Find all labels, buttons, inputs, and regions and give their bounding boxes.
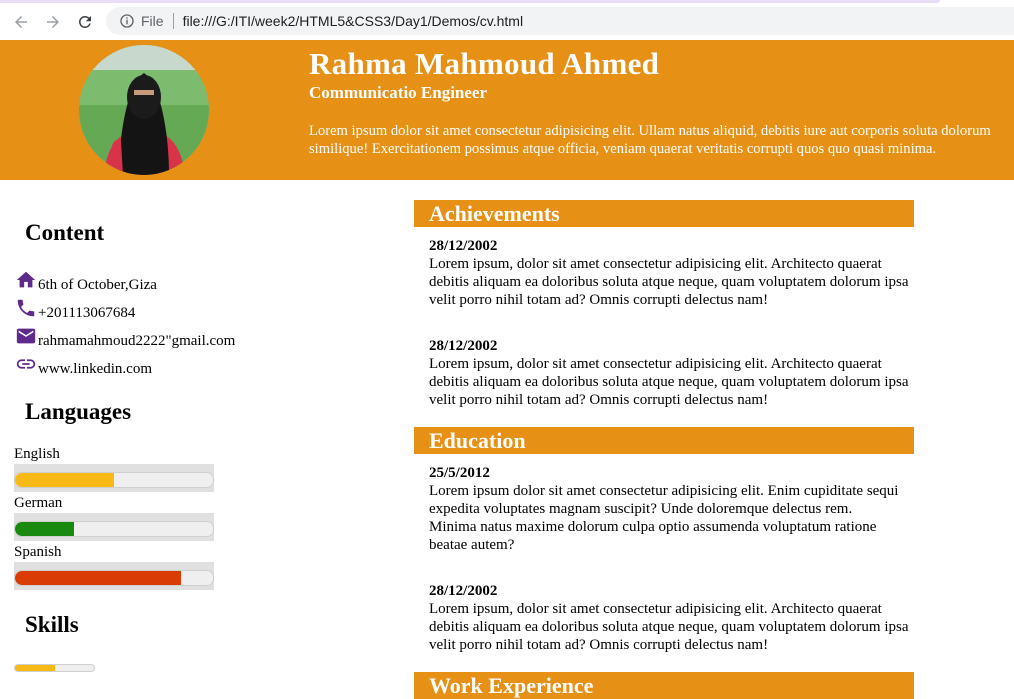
language-fill-english (15, 473, 114, 487)
intro-paragraph: Lorem ipsum dolor sit amet consectetur a… (309, 123, 991, 157)
achievement-entry: 28/12/2002 Lorem ipsum, dolor sit amet c… (429, 237, 914, 309)
language-fill-german (15, 522, 75, 536)
profile-photo (79, 45, 209, 175)
omnibox-divider (172, 13, 174, 29)
entry-date: 28/12/2002 (429, 338, 498, 354)
home-icon (16, 271, 36, 288)
education-entry: 25/5/2012 Lorem ipsum dolor sit amet con… (429, 464, 899, 554)
reload-button[interactable] (73, 10, 97, 34)
language-label-english: English (14, 446, 60, 462)
languages-heading: Languages (25, 399, 132, 424)
language-label-spanish: Spanish (14, 544, 62, 560)
phone-icon (17, 299, 35, 317)
education-heading: Education (429, 428, 526, 453)
entry-date: 28/12/2002 (429, 238, 498, 254)
achievement-entry: 28/12/2002 Lorem ipsum, dolor sit amet c… (429, 337, 914, 409)
url-text[interactable]: file:///G:/ITI/week2/HTML5&CSS3/Day1/Dem… (183, 13, 524, 29)
address-bar[interactable]: File file:///G:/ITI/week2/HTML5&CSS3/Day… (106, 7, 1014, 35)
info-icon[interactable] (119, 13, 135, 29)
achievements-heading: Achievements (429, 201, 560, 226)
person-name: Rahma Mahmoud Ahmed (309, 46, 660, 81)
achievements-heading-bar: Achievements (414, 200, 914, 227)
skill-bar (14, 664, 95, 672)
browser-toolbar: File file:///G:/ITI/week2/HTML5&CSS3/Day… (0, 3, 1014, 40)
entry-text: Lorem ipsum, dolor sit amet consectetur … (429, 356, 909, 408)
scheme-label: File (141, 13, 164, 29)
work-experience-heading: Work Experience (429, 673, 594, 698)
education-heading-bar: Education (414, 427, 914, 454)
language-bar-german (14, 513, 214, 541)
language-track (14, 472, 214, 488)
skills-heading: Skills (25, 612, 79, 637)
skill-fill (15, 665, 55, 671)
reload-icon (78, 15, 91, 28)
entry-date: 28/12/2002 (429, 583, 498, 599)
entry-text: Lorem ipsum, dolor sit amet consectetur … (429, 601, 909, 653)
language-track (14, 521, 214, 537)
language-label-german: German (14, 495, 63, 511)
email-icon (16, 328, 36, 344)
work-experience-heading-bar: Work Experience (414, 672, 914, 699)
contact-email-text: rahmamahmoud2222"gmail.com (38, 333, 236, 349)
entry-text: Lorem ipsum, dolor sit amet consectetur … (429, 256, 909, 308)
language-bar-english (14, 464, 214, 492)
link-icon (16, 359, 36, 369)
entry-date: 25/5/2012 (429, 465, 490, 481)
cv-header: Rahma Mahmoud Ahmed Communicatio Enginee… (0, 40, 1014, 180)
contact-address-text: 6th of October,Giza (38, 277, 157, 293)
entry-text: Lorem ipsum dolor sit amet consectetur a… (429, 483, 899, 553)
contact-heading: Content (25, 220, 105, 245)
arrow-right-icon (47, 16, 59, 28)
language-track (14, 570, 214, 586)
job-title: Communicatio Engineer (309, 83, 488, 102)
back-button[interactable] (9, 10, 33, 34)
contact-website-text[interactable]: www.linkedin.com (38, 361, 152, 378)
contact-phone-text: +201113067684 (38, 305, 136, 321)
forward-button[interactable] (41, 10, 65, 34)
education-entry: 28/12/2002 Lorem ipsum, dolor sit amet c… (429, 582, 914, 654)
language-bar-spanish (14, 562, 214, 590)
arrow-left-icon (15, 16, 27, 28)
language-fill-spanish (15, 571, 182, 585)
